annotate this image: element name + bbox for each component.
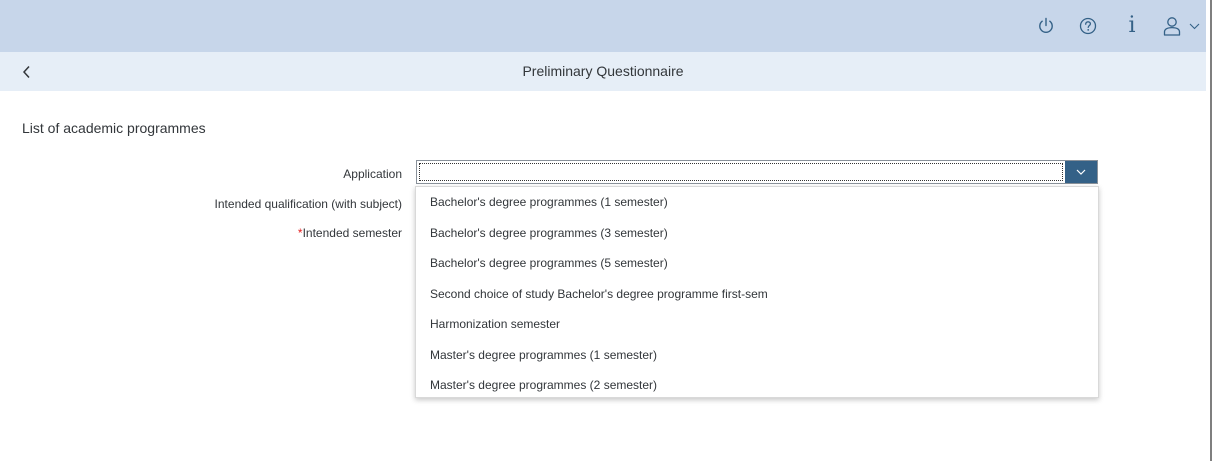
section-title: List of academic programmes [22, 120, 206, 136]
dropdown-option[interactable]: Master's degree programmes (2 semester) [416, 370, 1098, 401]
help-icon[interactable] [1070, 0, 1106, 52]
dropdown-arrow-button[interactable] [1065, 161, 1097, 183]
intended-semester-label-text: Intended semester [302, 226, 402, 240]
subheader-bar: Preliminary Questionnaire [0, 52, 1206, 91]
intended-qualification-label: Intended qualification (with subject) [214, 197, 402, 211]
page-title: Preliminary Questionnaire [522, 63, 684, 79]
info-glyph: i [1128, 13, 1136, 38]
dropdown-option[interactable]: Master's degree programmes (1 semester) [416, 340, 1098, 371]
dropdown-option[interactable]: Bachelor's degree programmes (1 semester… [416, 187, 1098, 218]
info-icon[interactable]: i [1118, 0, 1146, 52]
window-edge-line [1210, 0, 1212, 461]
application-dropdown-list: Bachelor's degree programmes (1 semester… [415, 186, 1099, 398]
dropdown-option[interactable]: Bachelor's degree programmes (3 semester… [416, 218, 1098, 249]
shell-actions: i [1028, 0, 1206, 52]
dropdown-option[interactable]: Bachelor's degree programmes (5 semester… [416, 248, 1098, 279]
chevron-down-icon [1076, 169, 1086, 175]
power-icon[interactable] [1028, 0, 1064, 52]
dropdown-option[interactable]: Harmonization semester [416, 309, 1098, 340]
user-icon[interactable] [1160, 0, 1184, 52]
application-label: Application [343, 167, 402, 181]
shell-header: i [0, 0, 1206, 52]
chevron-down-icon[interactable] [1186, 0, 1202, 52]
main-content: List of academic programmes Application … [0, 91, 1206, 461]
application-select-value [419, 163, 1063, 181]
application-select[interactable] [416, 160, 1098, 184]
intended-semester-label: *Intended semester [298, 226, 402, 240]
back-icon[interactable] [14, 52, 38, 91]
dropdown-option[interactable]: Second choice of study Bachelor's degree… [416, 279, 1098, 310]
